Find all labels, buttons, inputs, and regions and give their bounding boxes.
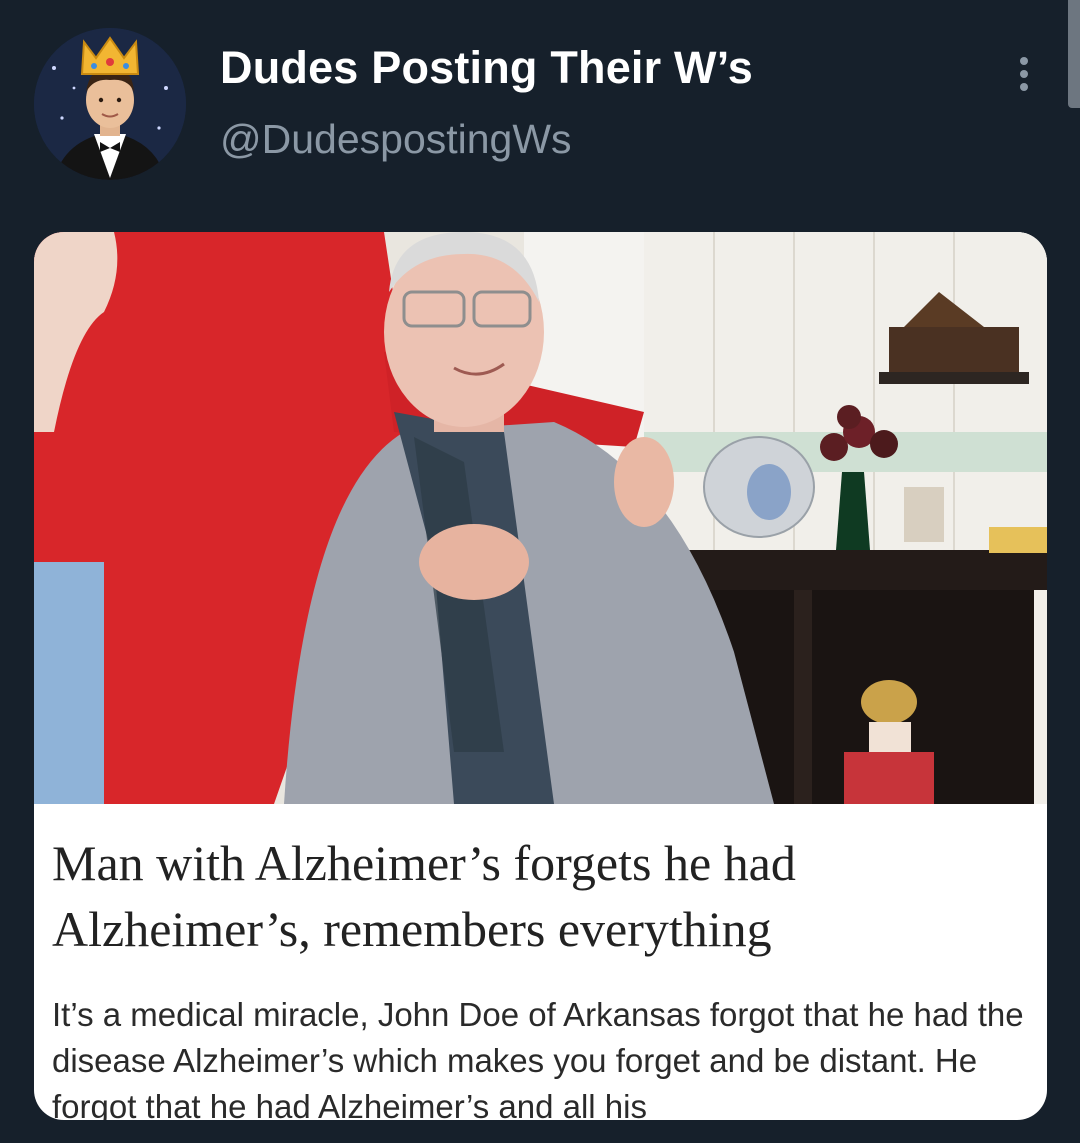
article-headline: Man with Alzheimer’s forgets he had Alzh… <box>52 835 796 957</box>
scrollbar-thumb[interactable] <box>1068 0 1080 108</box>
article-excerpt: It’s a medical miracle, John Doe of Arka… <box>52 996 1024 1120</box>
more-vertical-icon[interactable] <box>1004 52 1044 96</box>
crowned-man-avatar[interactable] <box>34 28 186 180</box>
author-handle[interactable]: @DudespostingWs <box>220 116 572 163</box>
author-display-name[interactable]: Dudes Posting Their W’s <box>220 42 753 94</box>
elderly-man-photo[interactable] <box>34 232 1047 804</box>
tweet-media-card[interactable]: Man with Alzheimer’s forgets he had Alzh… <box>34 232 1047 1120</box>
tweet-header: Dudes Posting Their W’s @DudespostingWs <box>0 0 1080 220</box>
